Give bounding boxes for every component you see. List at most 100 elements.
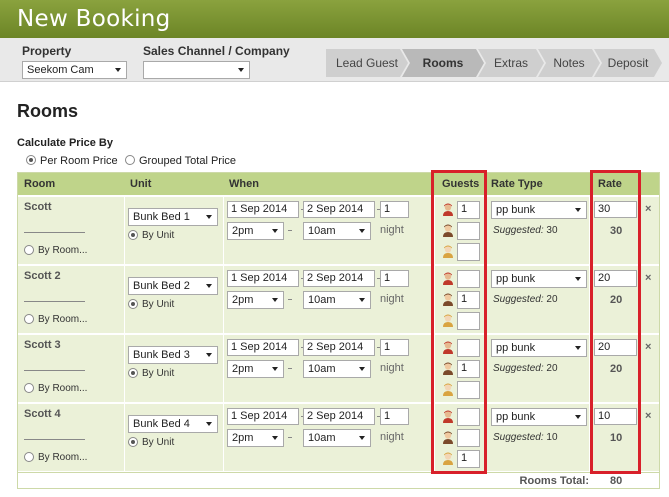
channel-label: Sales Channel / Company xyxy=(143,44,290,58)
by-room-label: By Room... xyxy=(38,314,88,325)
checkin-time-select[interactable]: 2pm xyxy=(227,222,284,240)
suggested-rate: Suggested: 30 xyxy=(493,225,558,236)
remove-icon[interactable]: × xyxy=(645,272,651,284)
guest-count-input[interactable]: 1 xyxy=(457,201,480,219)
per-room-price-radio[interactable] xyxy=(26,155,36,165)
column-divider xyxy=(434,335,435,402)
checkout-time-select[interactable]: 10am xyxy=(303,429,371,447)
rate-type-select[interactable]: pp bunk xyxy=(491,408,587,426)
column-divider xyxy=(223,197,224,264)
column-divider xyxy=(640,335,641,402)
checkout-time-select[interactable]: 10am xyxy=(303,291,371,309)
by-room-label: By Room... xyxy=(38,383,88,394)
child-guest-icon xyxy=(442,293,454,306)
per-room-price-label: Per Room Price xyxy=(40,155,118,167)
checkin-time-select[interactable]: 2pm xyxy=(227,360,284,378)
col-unit: Unit xyxy=(130,178,152,190)
room-name: Scott 4 xyxy=(24,408,61,420)
nights-input[interactable]: 1 xyxy=(380,408,409,425)
step-notes[interactable]: Notes xyxy=(538,49,600,77)
guest-count-input[interactable]: 1 xyxy=(457,360,480,378)
column-divider xyxy=(589,335,590,402)
table-row: Scott 4 By Room... Bunk Bed 4 By Unit 1 Se… xyxy=(18,403,659,471)
by-unit-radio[interactable] xyxy=(128,230,138,240)
suggested-label: Suggested: xyxy=(493,225,544,236)
nights-input[interactable]: 1 xyxy=(380,201,409,218)
guest-count-input[interactable]: 1 xyxy=(457,291,480,309)
room-name: Scott 3 xyxy=(24,339,61,351)
guest-count-input[interactable]: 1 xyxy=(457,450,480,468)
by-unit-radio[interactable] xyxy=(128,368,138,378)
checkout-time-select[interactable]: 10am xyxy=(303,360,371,378)
rooms-total-value: 80 xyxy=(610,475,623,487)
guest-count-input[interactable] xyxy=(457,243,480,261)
guest-count-input[interactable] xyxy=(457,312,480,330)
guest-count-input[interactable] xyxy=(457,429,480,447)
column-divider xyxy=(486,404,487,471)
by-room-radio[interactable] xyxy=(24,383,34,393)
rate-total: 10 xyxy=(610,432,623,444)
step-extras[interactable]: Extras xyxy=(478,49,544,77)
rate-type-select[interactable]: pp bunk xyxy=(491,201,587,219)
suggested-rate: Suggested: 20 xyxy=(493,294,558,305)
step-lead-guest[interactable]: Lead Guest xyxy=(326,49,408,77)
guest-count-input[interactable] xyxy=(457,339,480,357)
title-bar: New Booking xyxy=(0,0,669,38)
guest-count-input[interactable] xyxy=(457,222,480,240)
departure-date-input[interactable]: 2 Sep 2014 xyxy=(303,270,375,287)
remove-icon[interactable]: × xyxy=(645,410,651,422)
property-select[interactable]: Seekom Cam xyxy=(22,61,127,79)
step-rooms[interactable]: Rooms xyxy=(402,49,484,77)
by-room-radio[interactable] xyxy=(24,245,34,255)
guest-count-input[interactable] xyxy=(457,381,480,399)
table-row: Scott 2 By Room... Bunk Bed 2 By Unit 1 Se… xyxy=(18,265,659,333)
arrival-date-input[interactable]: 1 Sep 2014 xyxy=(227,270,299,287)
arrival-date-input[interactable]: 1 Sep 2014 xyxy=(227,339,299,356)
arrival-date-input[interactable]: 1 Sep 2014 xyxy=(227,408,299,425)
checkin-time-select[interactable]: 2pm xyxy=(227,291,284,309)
checkout-time-value: 10am xyxy=(308,432,336,444)
suggested-value: 10 xyxy=(546,432,558,443)
unit-select[interactable]: Bunk Bed 2 xyxy=(128,277,218,295)
rate-input[interactable]: 20 xyxy=(594,270,637,287)
suggested-value: 20 xyxy=(546,363,558,374)
departure-date-input[interactable]: 2 Sep 2014 xyxy=(303,201,375,218)
rate-type-value: pp bunk xyxy=(496,411,536,423)
column-divider xyxy=(223,335,224,402)
grouped-total-price-radio[interactable] xyxy=(125,155,135,165)
checkin-time-select[interactable]: 2pm xyxy=(227,429,284,447)
adult-guest-icon xyxy=(442,410,454,423)
by-room-radio[interactable] xyxy=(24,314,34,324)
rate-input[interactable]: 20 xyxy=(594,339,637,356)
guest-count-input[interactable] xyxy=(457,408,480,426)
unit-select[interactable]: Bunk Bed 1 xyxy=(128,208,218,226)
rate-input[interactable]: 30 xyxy=(594,201,637,218)
rate-type-select[interactable]: pp bunk xyxy=(491,339,587,357)
by-unit-radio[interactable] xyxy=(128,299,138,309)
chevron-down-icon xyxy=(272,229,278,233)
remove-icon[interactable]: × xyxy=(645,203,651,215)
suggested-rate: Suggested: 10 xyxy=(493,432,558,443)
step-deposit[interactable]: Deposit xyxy=(594,49,662,77)
column-divider xyxy=(124,404,125,471)
unit-select[interactable]: Bunk Bed 3 xyxy=(128,346,218,364)
nights-input[interactable]: 1 xyxy=(380,339,409,356)
rate-type-select[interactable]: pp bunk xyxy=(491,270,587,288)
checkout-time-select[interactable]: 10am xyxy=(303,222,371,240)
unit-select[interactable]: Bunk Bed 4 xyxy=(128,415,218,433)
arrival-date-input[interactable]: 1 Sep 2014 xyxy=(227,201,299,218)
departure-date-input[interactable]: 2 Sep 2014 xyxy=(303,408,375,425)
nights-input[interactable]: 1 xyxy=(380,270,409,287)
channel-select[interactable] xyxy=(143,61,250,79)
remove-icon[interactable]: × xyxy=(645,341,651,353)
by-room-radio[interactable] xyxy=(24,452,34,462)
room-name: Scott 2 xyxy=(24,270,61,282)
night-label: night xyxy=(380,224,404,236)
adult-guest-icon xyxy=(442,341,454,354)
by-unit-label: By Unit xyxy=(142,299,175,310)
adult-guest-icon xyxy=(442,203,454,216)
guest-count-input[interactable] xyxy=(457,270,480,288)
departure-date-input[interactable]: 2 Sep 2014 xyxy=(303,339,375,356)
rate-input[interactable]: 10 xyxy=(594,408,637,425)
by-unit-radio[interactable] xyxy=(128,437,138,447)
